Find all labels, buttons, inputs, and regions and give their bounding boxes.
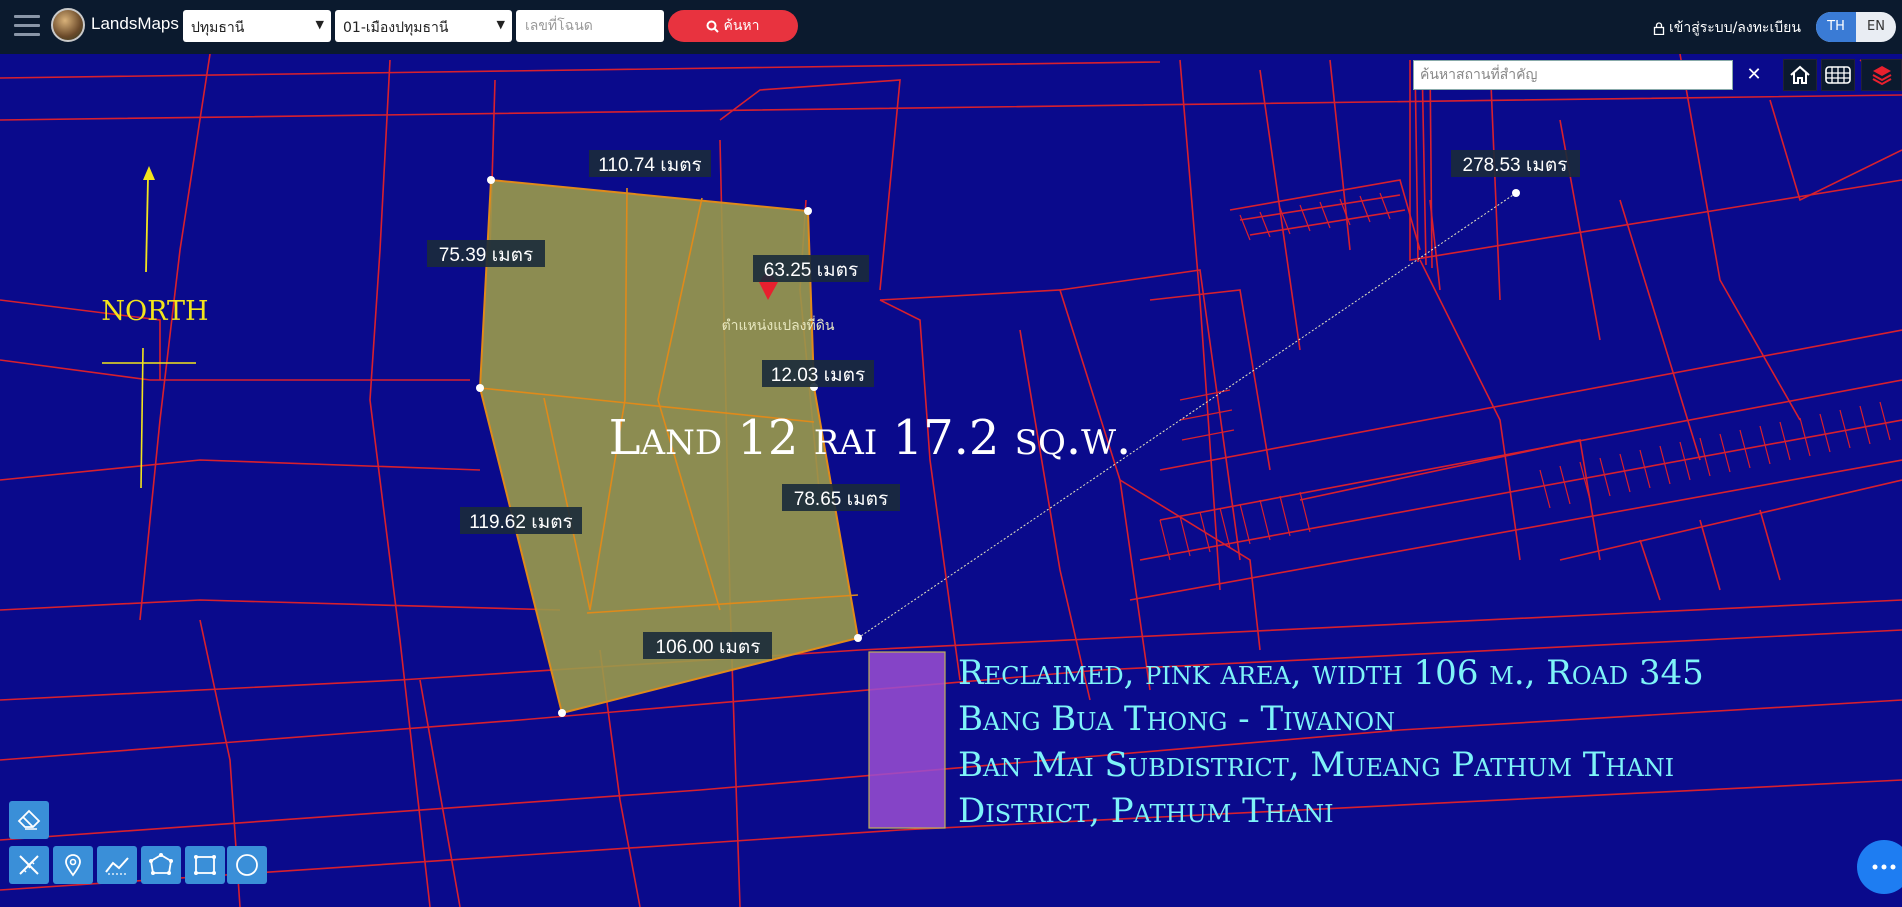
dimension-distance: 278.53 เมตร xyxy=(1463,155,1568,176)
grid-icon xyxy=(1825,66,1851,84)
marker-label: ตำแหน่งแปลงที่ดิน xyxy=(722,316,835,334)
district-select[interactable]: 01-เมืองปทุมธานี ▼ xyxy=(335,10,512,42)
language-toggle: TH EN xyxy=(1816,12,1896,42)
top-bar: LandsMaps ปทุมธานี ▼ 01-เมืองปทุมธานี ▼ … xyxy=(0,0,1902,54)
search-icon xyxy=(706,20,720,33)
info-line-3: Ban Mai Subdistrict, Mueang Pathum Thani xyxy=(958,745,1674,785)
chevron-down-icon: ▼ xyxy=(496,18,505,31)
measure-tool-button[interactable] xyxy=(9,846,49,884)
more-dots-icon xyxy=(1872,864,1896,870)
layers-button[interactable] xyxy=(1861,59,1902,91)
deed-number-input[interactable] xyxy=(516,10,664,42)
place-search-input[interactable] xyxy=(1413,60,1733,90)
province-select[interactable]: ปทุมธานี ▼ xyxy=(183,10,331,42)
more-options-button[interactable] xyxy=(1857,840,1902,894)
eraser-tool-button[interactable] xyxy=(9,801,49,839)
clear-search-button[interactable]: ✕ xyxy=(1739,60,1769,90)
polyline-icon xyxy=(105,857,129,875)
lock-icon xyxy=(1653,21,1665,35)
map-canvas[interactable]: ตำแหน่งแปลงที่ดิน NORTH Land 12 rai 17.2… xyxy=(0,54,1902,907)
login-label: เข้าสู่ระบบ/ลงทะเบียน xyxy=(1669,20,1801,36)
menu-icon[interactable] xyxy=(14,15,40,37)
dimension-right-step: 12.03 เมตร xyxy=(771,365,865,386)
dimension-left-upper: 75.39 เมตร xyxy=(439,245,533,266)
polygon-icon xyxy=(149,853,173,875)
home-icon xyxy=(1790,65,1810,84)
lang-th-button[interactable]: TH xyxy=(1816,12,1856,42)
info-line-4: District, Pathum Thani xyxy=(958,791,1334,831)
polygon-tool-button[interactable] xyxy=(141,846,181,884)
line-tool-button[interactable] xyxy=(97,846,137,884)
district-value: 01-เมืองปทุมธานี xyxy=(343,20,449,36)
grid-button[interactable] xyxy=(1821,59,1855,91)
login-link[interactable]: เข้าสู่ระบบ/ลงทะเบียน xyxy=(1653,17,1801,39)
dimension-right-upper: 63.25 เมตร xyxy=(764,260,858,281)
rectangle-icon xyxy=(194,855,216,875)
map-layer: ตำแหน่งแปลงที่ดิน NORTH Land 12 rai 17.2… xyxy=(0,54,1902,907)
chevron-down-icon: ▼ xyxy=(315,18,324,31)
info-line-2: Bang Bua Thong - Tiwanon xyxy=(958,699,1395,739)
circle-tool-button[interactable] xyxy=(227,846,267,884)
search-button[interactable]: ค้นหา xyxy=(668,10,798,42)
circle-icon xyxy=(236,854,258,876)
pin-tool-button[interactable] xyxy=(53,846,93,884)
info-line-1: Reclaimed, pink area, width 106 m., Road… xyxy=(958,653,1704,693)
dimension-left-lower: 119.62 เมตร xyxy=(469,512,573,533)
dimension-right-lower: 78.65 เมตร xyxy=(794,489,888,510)
north-label: NORTH xyxy=(101,296,208,327)
road-highlight-area xyxy=(868,651,946,829)
home-button[interactable] xyxy=(1783,59,1817,91)
province-value: ปทุมธานี xyxy=(191,20,245,36)
brand-name: LandsMaps xyxy=(91,14,179,33)
dimension-top: 110.74 เมตร xyxy=(598,155,702,176)
map-pin-icon xyxy=(65,854,81,877)
eraser-icon xyxy=(17,809,41,830)
logo xyxy=(51,8,85,42)
lang-en-button[interactable]: EN xyxy=(1856,12,1896,42)
search-button-label: ค้นหา xyxy=(723,18,760,34)
plot-title: Land 12 rai 17.2 sq.w. xyxy=(609,410,1132,466)
rectangle-tool-button[interactable] xyxy=(185,846,225,884)
ruler-icon xyxy=(19,855,39,875)
layers-icon xyxy=(1872,66,1891,86)
dimension-bottom: 106.00 เมตร xyxy=(656,637,761,658)
